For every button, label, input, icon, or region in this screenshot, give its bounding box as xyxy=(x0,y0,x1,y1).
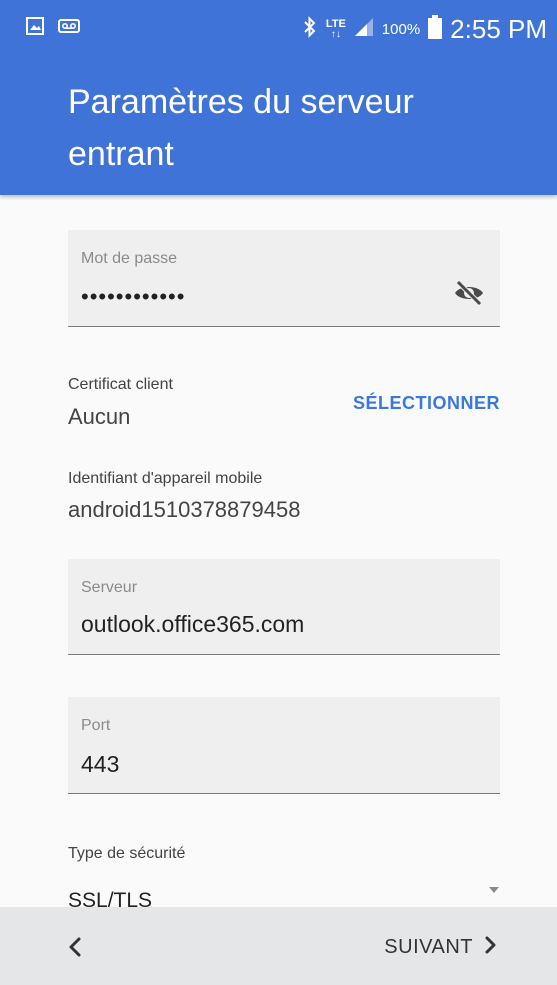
status-bar-notifications xyxy=(26,17,80,40)
visibility-off-icon[interactable] xyxy=(452,276,486,310)
page-title: Paramètres du serveur entrant xyxy=(68,83,414,173)
client-certificate-value: Aucun xyxy=(68,404,131,429)
select-certificate-button[interactable]: SÉLECTIONNER xyxy=(353,393,500,414)
port-field[interactable]: Port 443 xyxy=(68,697,500,794)
port-label: Port xyxy=(81,717,111,734)
server-input[interactable]: outlook.office365.com xyxy=(81,611,304,638)
server-label: Serveur xyxy=(81,579,138,596)
device-id-value: android1510378879458 xyxy=(68,497,301,522)
battery-icon xyxy=(428,14,443,44)
next-button-label: SUIVANT xyxy=(384,935,473,958)
signal-strength-icon xyxy=(354,17,374,42)
voicemail-icon xyxy=(58,18,80,39)
password-field[interactable]: Mot de passe •••••••••••• xyxy=(68,230,500,327)
image-notification-icon xyxy=(26,17,44,40)
bluetooth-icon xyxy=(302,15,318,43)
device-id-label: Identifiant d'appareil mobile xyxy=(68,470,263,487)
next-button[interactable]: SUIVANT xyxy=(384,929,499,965)
server-field[interactable]: Serveur outlook.office365.com xyxy=(68,559,500,655)
chevron-right-icon xyxy=(483,933,499,962)
status-bar-system: LTE ↑↓ 100% 2:55 PM xyxy=(302,14,547,44)
password-input[interactable]: •••••••••••• xyxy=(81,284,185,310)
data-arrows-icon: ↑↓ xyxy=(330,28,341,40)
app-header: LTE ↑↓ 100% 2:55 PM Paramètres du serveu… xyxy=(0,0,557,195)
lte-indicator: LTE ↑↓ xyxy=(326,18,346,40)
security-type-label: Type de sécurité xyxy=(68,845,186,862)
client-certificate-label: Certificat client xyxy=(68,376,173,393)
bottom-navigation-bar: SUIVANT xyxy=(0,907,557,985)
status-time: 2:55 PM xyxy=(450,14,547,44)
dropdown-arrow-icon[interactable] xyxy=(488,882,500,893)
back-button[interactable] xyxy=(62,929,92,965)
port-input[interactable]: 443 xyxy=(81,751,119,778)
app-screen: LTE ↑↓ 100% 2:55 PM Paramètres du serveu… xyxy=(0,0,557,985)
status-bar: LTE ↑↓ 100% 2:55 PM xyxy=(0,0,557,60)
password-label: Mot de passe xyxy=(81,250,178,267)
battery-percent: 100% xyxy=(381,20,421,38)
